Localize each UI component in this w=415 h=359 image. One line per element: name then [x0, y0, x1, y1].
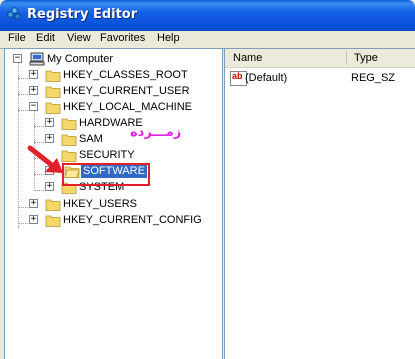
expand-hkcr[interactable]: +: [29, 70, 38, 79]
registry-tree[interactable]: − My Computer + HKEY_CLASSES_ROOT + HKEY…: [4, 48, 223, 359]
annotation-text: زمـــرده: [130, 125, 182, 140]
menu-favorites[interactable]: Favorites: [100, 32, 145, 44]
menu-help[interactable]: Help: [157, 32, 180, 44]
menu-view[interactable]: View: [67, 32, 91, 44]
tree-node-hkey-current-user[interactable]: HKEY_CURRENT_USER: [63, 85, 190, 98]
list-header: Name Type: [225, 49, 415, 68]
tree-connector: [18, 78, 28, 79]
expand-hkcc[interactable]: +: [29, 215, 38, 224]
menu-file[interactable]: File: [8, 32, 26, 44]
computer-icon: [29, 52, 45, 66]
menu-bar: File Edit View Favorites Help: [0, 31, 415, 49]
menu-edit[interactable]: Edit: [36, 32, 55, 44]
folder-icon: [45, 215, 61, 227]
folder-icon: [45, 86, 61, 98]
column-separator[interactable]: [346, 51, 347, 65]
expand-sam[interactable]: +: [45, 134, 54, 143]
registry-editor-icon: [7, 7, 21, 20]
tree-connector: [18, 94, 28, 95]
values-list[interactable]: Name Type ab (Default) REG_SZ: [224, 48, 415, 359]
tree-connector: [18, 62, 19, 228]
value-name[interactable]: (Default): [245, 72, 287, 84]
folder-icon: [45, 199, 61, 211]
registry-editor-window: Registry Editor File Edit View Favorites…: [0, 0, 415, 359]
tree-node-security[interactable]: SECURITY: [79, 149, 135, 162]
expand-hardware[interactable]: +: [45, 118, 54, 127]
open-folder-icon: [45, 102, 61, 114]
expand-hku[interactable]: +: [29, 199, 38, 208]
expand-hkcu[interactable]: +: [29, 86, 38, 95]
column-header-name[interactable]: Name: [233, 52, 262, 64]
tree-connector: [18, 110, 28, 111]
column-header-type[interactable]: Type: [354, 52, 378, 64]
tree-node-hkey-classes-root[interactable]: HKEY_CLASSES_ROOT: [63, 69, 188, 82]
tree-node-hkey-users[interactable]: HKEY_USERS: [63, 198, 137, 211]
folder-icon: [61, 118, 77, 130]
tree-node-hkey-current-config[interactable]: HKEY_CURRENT_CONFIG: [63, 214, 202, 227]
tree-node-my-computer[interactable]: My Computer: [47, 53, 113, 66]
folder-icon: [61, 134, 77, 146]
collapse-my-computer[interactable]: −: [13, 54, 22, 63]
collapse-hklm[interactable]: −: [29, 102, 38, 111]
window-title: Registry Editor: [27, 7, 138, 22]
expand-system[interactable]: +: [45, 182, 54, 191]
highlight-box: [62, 163, 150, 186]
title-bar[interactable]: Registry Editor: [0, 0, 415, 31]
value-type: REG_SZ: [351, 72, 396, 84]
tree-connector: [18, 223, 28, 224]
red-arrow-icon: [27, 145, 63, 173]
folder-icon: [45, 70, 61, 82]
tree-connector: [34, 142, 44, 143]
tree-connector: [18, 207, 28, 208]
tree-connector: [34, 126, 44, 127]
tree-node-hkey-local-machine[interactable]: HKEY_LOCAL_MACHINE: [63, 101, 192, 114]
tree-node-sam[interactable]: SAM: [79, 133, 103, 146]
tree-connector: [34, 190, 44, 191]
